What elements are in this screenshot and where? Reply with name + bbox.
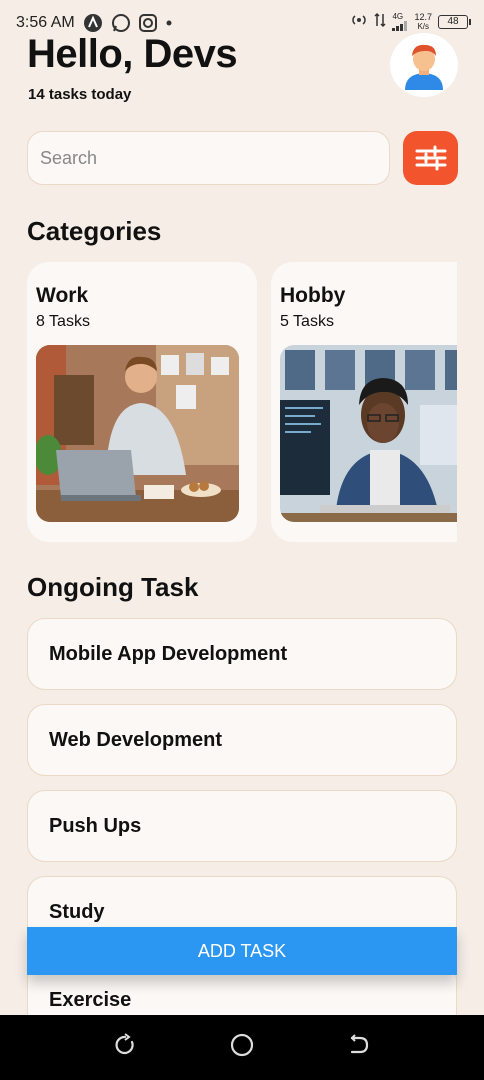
- category-card-hobby[interactable]: Hobby 5 Tasks: [271, 262, 457, 542]
- back-icon[interactable]: [347, 1033, 371, 1062]
- task-item[interactable]: Push Ups: [27, 790, 457, 862]
- filter-icon: [415, 145, 446, 171]
- task-item[interactable]: Web Development: [27, 704, 457, 776]
- app-notification-icon: [83, 13, 103, 33]
- system-nav-bar: [0, 1015, 484, 1080]
- status-time: 3:56 AM: [16, 14, 75, 31]
- status-right: 4G 12.7 K/s 48: [350, 11, 471, 31]
- battery-icon: 48: [438, 14, 471, 29]
- search-input[interactable]: [27, 131, 390, 185]
- dot-icon: [165, 19, 173, 27]
- category-card-work[interactable]: Work 8 Tasks: [27, 262, 257, 542]
- battery-level: 48: [447, 16, 459, 27]
- ongoing-title: Ongoing Task: [27, 572, 199, 602]
- recent-apps-icon[interactable]: [113, 1033, 137, 1062]
- network-type: 4G: [392, 11, 404, 21]
- task-count-subtitle: 14 tasks today: [28, 86, 132, 103]
- instagram-icon: [138, 14, 157, 32]
- add-task-button[interactable]: ADD TASK: [27, 927, 457, 975]
- category-image-work: [36, 345, 239, 522]
- task-item[interactable]: Mobile App Development: [27, 618, 457, 690]
- net-speed-value: 12.7: [414, 11, 432, 22]
- net-speed-unit: K/s: [417, 21, 430, 31]
- category-count: 8 Tasks: [36, 313, 90, 330]
- filter-button[interactable]: [403, 131, 458, 185]
- avatar[interactable]: [390, 33, 458, 97]
- category-image-hobby: [280, 345, 457, 522]
- greeting-title: Hello, Devs: [27, 32, 238, 76]
- category-name: Hobby: [280, 284, 346, 307]
- categories-title: Categories: [27, 216, 162, 246]
- categories-carousel[interactable]: Work 8 Tasks Hobby 5 Tasks: [27, 262, 457, 542]
- avatar-icon: [405, 44, 443, 90]
- net-speed: 12.7 K/s: [414, 11, 432, 31]
- home-icon[interactable]: [229, 1032, 255, 1063]
- data-arrows-icon: [374, 12, 386, 31]
- whatsapp-icon: [111, 13, 131, 33]
- category-name: Work: [36, 284, 89, 307]
- signal-icon: 4G: [392, 11, 408, 31]
- category-count: 5 Tasks: [280, 313, 334, 330]
- hotspot-icon: [350, 13, 368, 30]
